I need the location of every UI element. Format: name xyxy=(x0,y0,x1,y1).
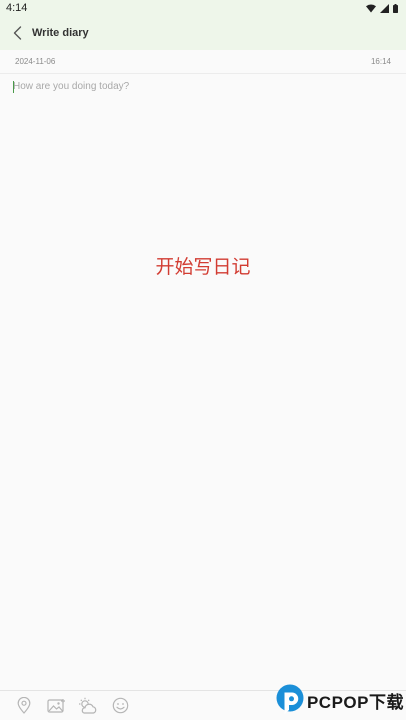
watermark-logo-icon xyxy=(276,684,304,714)
status-icons xyxy=(366,3,398,13)
battery-icon xyxy=(393,3,398,13)
image-button[interactable] xyxy=(46,696,66,716)
status-bar: 4:14 xyxy=(0,0,406,16)
diary-text-input[interactable] xyxy=(13,81,393,683)
diary-editor xyxy=(0,75,406,689)
app-bar: Write diary xyxy=(0,16,406,50)
watermark: PCPOP下载 xyxy=(275,683,404,717)
entry-meta-row: 2024-11-06 16:14 xyxy=(0,50,406,74)
location-icon xyxy=(17,697,31,714)
weather-icon xyxy=(79,697,97,714)
text-caret xyxy=(13,81,14,93)
chevron-left-icon xyxy=(13,26,21,40)
back-button[interactable] xyxy=(10,23,24,43)
mood-icon xyxy=(112,697,128,714)
signal-icon xyxy=(380,3,389,13)
status-time: 4:14 xyxy=(6,2,28,14)
overlay-caption: 开始写日记 xyxy=(155,256,251,278)
page-title: Write diary xyxy=(32,27,89,39)
entry-date: 2024-11-06 xyxy=(15,57,56,66)
entry-time: 16:14 xyxy=(370,57,391,66)
watermark-text: PCPOP下载 xyxy=(306,692,404,712)
wifi-icon xyxy=(366,4,376,12)
location-button[interactable] xyxy=(14,696,34,716)
mood-button[interactable] xyxy=(110,696,130,716)
weather-button[interactable] xyxy=(78,696,98,716)
image-icon xyxy=(46,698,65,713)
